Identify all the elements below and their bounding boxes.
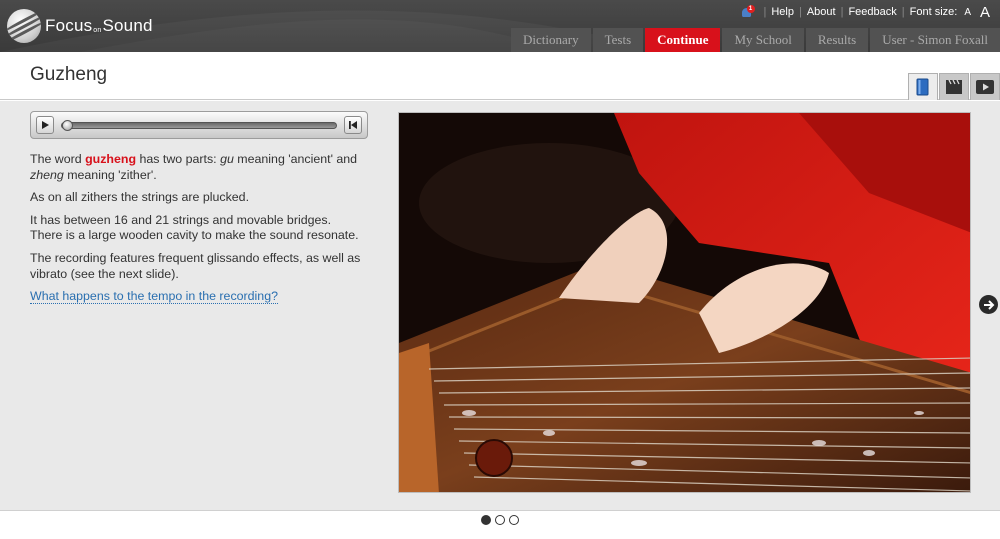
slide-pager: [0, 510, 1000, 539]
top-header: FocusonSound 1 | Help | About | Feedback…: [0, 0, 1000, 52]
nav-tab-dictionary[interactable]: Dictionary: [511, 28, 591, 52]
view-tabs: [907, 73, 1000, 100]
pagination-dot-3[interactable]: [509, 515, 519, 525]
page-title: Guzheng: [30, 64, 108, 85]
font-size-large-button[interactable]: A: [980, 4, 990, 21]
logo-globe-icon: [7, 9, 41, 43]
book-icon: [916, 78, 929, 96]
feedback-link[interactable]: Feedback: [848, 6, 896, 18]
arrow-right-icon: [983, 299, 994, 310]
audio-player: [30, 111, 368, 139]
notification-count-badge: 1: [746, 5, 755, 13]
next-slide-button[interactable]: [979, 295, 998, 314]
font-size-small-button[interactable]: A: [964, 7, 971, 18]
utility-links: 1 | Help | About | Feedback | Font size:…: [741, 3, 990, 21]
nav-tab-continue[interactable]: Continue: [645, 28, 721, 52]
rewind-button[interactable]: [344, 116, 362, 134]
nav-tab-results[interactable]: Results: [805, 28, 869, 52]
main-navigation: Dictionary Tests Continue My School Resu…: [509, 28, 1000, 52]
focus-on-sound-logo[interactable]: FocusonSound: [7, 9, 153, 43]
view-tab-video[interactable]: [939, 73, 969, 100]
paragraph-plucked: As on all zithers the strings are plucke…: [30, 190, 250, 205]
audio-progress-track[interactable]: [61, 122, 337, 129]
play-icon: [42, 121, 49, 129]
question-link[interactable]: What happens to the tempo in the recordi…: [30, 289, 278, 305]
help-link[interactable]: Help: [771, 6, 794, 18]
title-band: Guzheng: [0, 52, 1000, 100]
paragraph-etymology: The word guzheng has two parts: gu meani…: [30, 152, 358, 182]
clapperboard-icon: [946, 79, 962, 94]
guzheng-photo: [398, 112, 971, 493]
view-tab-play[interactable]: [970, 73, 1000, 100]
nav-tab-tests[interactable]: Tests: [592, 28, 644, 52]
audio-progress-handle[interactable]: [62, 120, 73, 131]
highlighted-term: guzheng: [85, 152, 137, 166]
video-play-icon: [976, 80, 994, 94]
paragraph-recording: The recording features frequent glissand…: [30, 250, 361, 281]
pagination-dot-1[interactable]: [481, 515, 491, 525]
view-tab-text[interactable]: [908, 73, 938, 100]
slide-content: The word guzheng has two parts: gu meani…: [0, 101, 1000, 510]
play-button[interactable]: [36, 116, 54, 134]
notification-bell-icon[interactable]: 1: [741, 5, 755, 19]
nav-tab-my-school[interactable]: My School: [722, 28, 804, 52]
pagination-dots: [481, 515, 523, 525]
logo-text: FocusonSound: [45, 16, 153, 35]
pagination-dot-2[interactable]: [495, 515, 505, 525]
slide-text: The word guzheng has two parts: gu meani…: [30, 152, 370, 312]
skip-back-icon: [349, 121, 357, 129]
paragraph-strings: It has between 16 and 21 strings and mov…: [30, 212, 359, 243]
nav-tab-user[interactable]: User - Simon Foxall: [870, 28, 1000, 52]
font-size-label: Font size:: [909, 6, 958, 18]
guzheng-illustration: [399, 113, 970, 492]
about-link[interactable]: About: [807, 6, 836, 18]
